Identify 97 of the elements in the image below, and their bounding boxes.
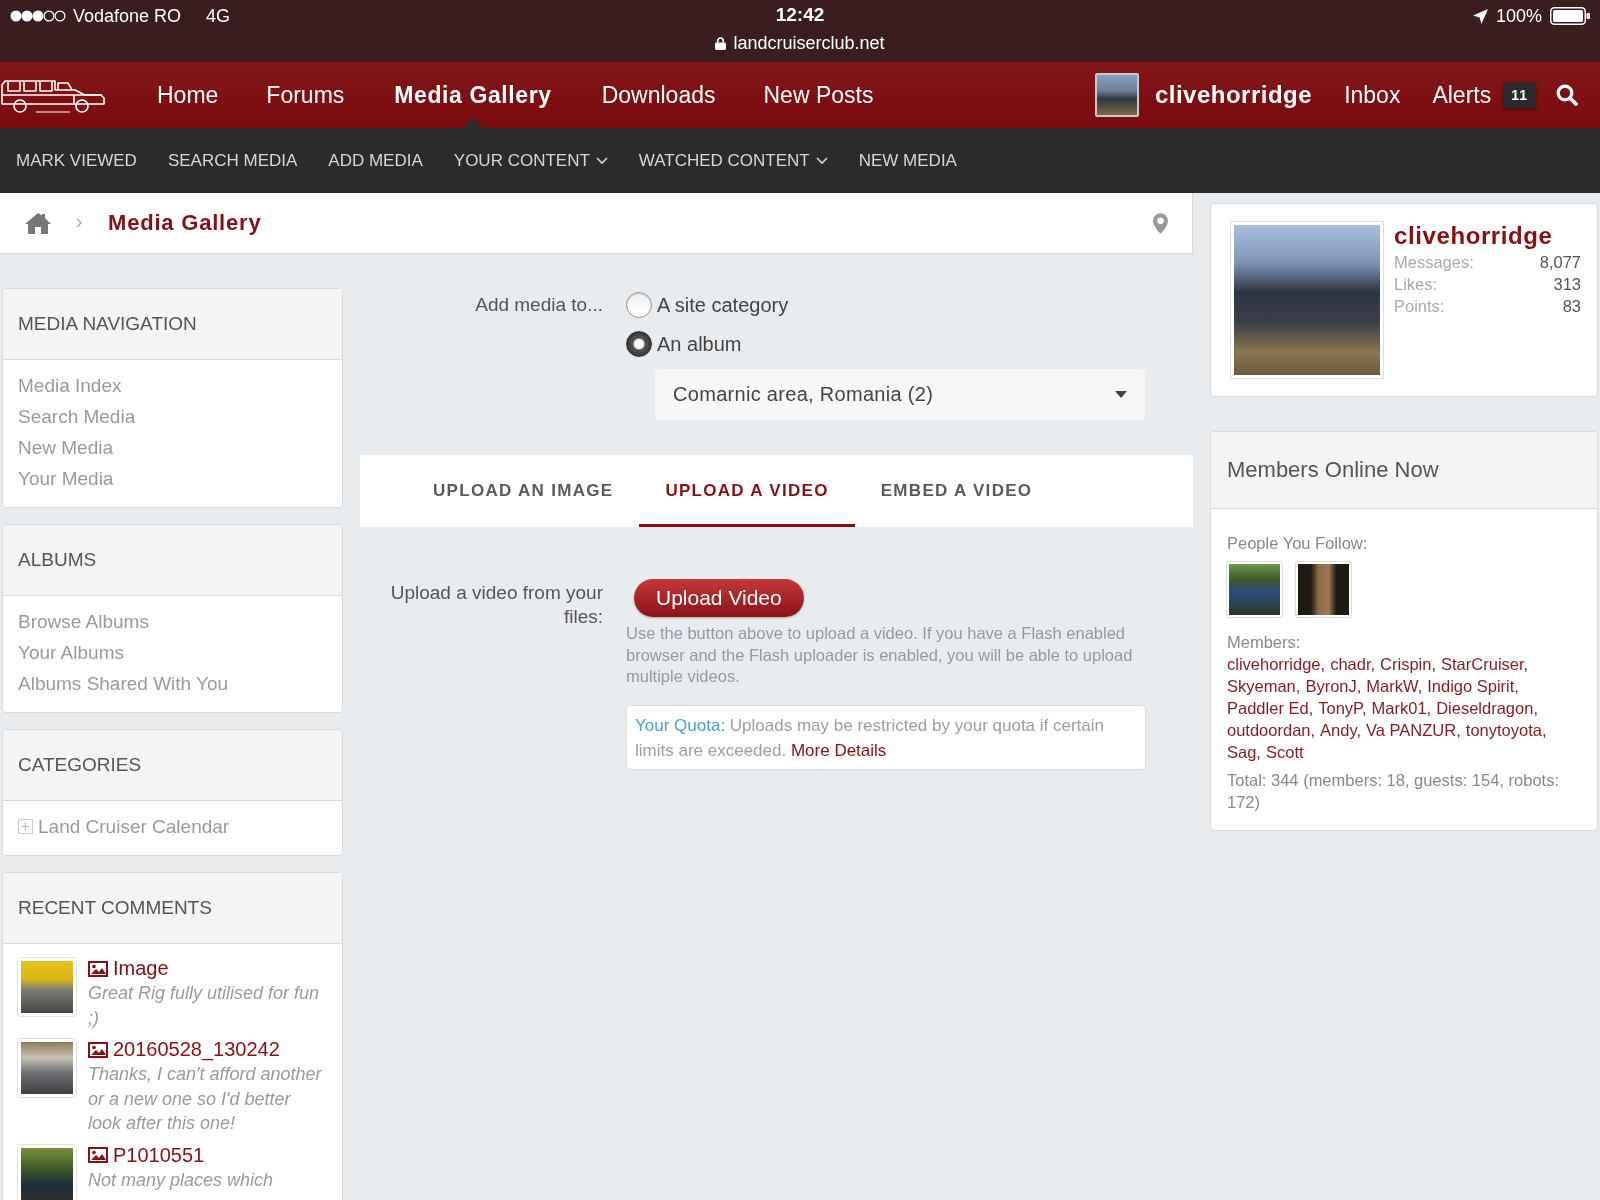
map-pin-icon[interactable] (1153, 212, 1168, 234)
member-link[interactable]: Va PANZUR, (1366, 719, 1461, 741)
search-icon (1556, 84, 1578, 106)
member-link[interactable]: Crispin, (1380, 653, 1437, 675)
option-label[interactable]: A site category (657, 293, 789, 317)
panel-header: MEDIA NAVIGATION (3, 289, 342, 360)
album-select[interactable]: Comarnic area, Romania (2) (655, 369, 1145, 420)
member-link[interactable]: Paddler Ed, (1227, 697, 1314, 719)
profile-name-link[interactable]: clivehorridge (1394, 222, 1581, 250)
radio-button[interactable] (626, 292, 652, 318)
member-link[interactable]: clivehorridge, (1227, 653, 1326, 675)
alerts-link[interactable]: Alerts 11 (1432, 81, 1536, 109)
field-label: Upload a video from your files: (389, 581, 603, 629)
panel-header: RECENT COMMENTS (3, 873, 342, 944)
members-label: Members: (1227, 632, 1302, 653)
inbox-link[interactable]: Inbox (1344, 81, 1401, 109)
chevron-down-icon (595, 156, 608, 165)
radio-button[interactable] (626, 331, 652, 357)
stat-value: 8,077 (1539, 252, 1581, 273)
carrier-name: Vodafone RO (73, 5, 182, 27)
clock-time: 12:42 (775, 3, 825, 27)
username-link[interactable]: clivehorridge (1154, 81, 1313, 109)
member-link[interactable]: Scott (1265, 741, 1304, 763)
chevron-down-icon (815, 156, 828, 165)
url-text[interactable]: landcruiserclub.net (733, 32, 885, 54)
member-link[interactable]: Mark01, (1371, 697, 1432, 719)
subnav-link[interactable]: WATCHED CONTENT (638, 150, 828, 171)
upload-video-button[interactable]: Upload Video (634, 579, 804, 617)
following-label: People You Follow: (1227, 533, 1369, 554)
caret-down-icon (1115, 391, 1127, 398)
search-button[interactable] (1556, 84, 1578, 106)
home-button[interactable] (25, 212, 51, 234)
tab[interactable]: UPLOAD A VIDEO (639, 455, 855, 527)
member-link[interactable]: outdoordan, (1227, 719, 1316, 741)
online-total-text: Total: 344 (members: 18, guests: 154, robots: 172) (1227, 770, 1560, 813)
subnav-link[interactable]: SEARCH MEDIA (167, 150, 298, 171)
media-title-link[interactable]: Image (88, 956, 169, 981)
member-link[interactable]: chadr, (1330, 653, 1376, 675)
member-link[interactable]: StarCruiser, (1441, 653, 1529, 675)
lock-icon (715, 36, 727, 50)
battery-icon (1550, 7, 1590, 25)
subnav-link[interactable]: NEW MEDIA (858, 150, 957, 171)
member-link[interactable]: Andy, (1320, 719, 1362, 741)
comment-text: Not many places which (88, 1168, 275, 1192)
nav-link[interactable]: Forums (242, 62, 369, 128)
image-icon (88, 1041, 108, 1058)
chevron-right-icon (76, 218, 82, 228)
photo-placeholder[interactable] (18, 1144, 76, 1200)
media-title-link[interactable]: P1010551 (88, 1142, 205, 1168)
nav-link[interactable]: New Posts (739, 62, 898, 128)
photo-placeholder[interactable] (1227, 562, 1282, 617)
photo-placeholder[interactable] (1296, 562, 1351, 617)
photo-placeholder[interactable] (1231, 222, 1383, 378)
more-details-link[interactable]: More Details (790, 740, 887, 760)
image-icon (88, 1147, 108, 1163)
member-link[interactable]: TonyP, (1318, 697, 1367, 719)
member-link[interactable]: tonytoyota, (1465, 719, 1547, 741)
battery-percentage: 100% (1495, 5, 1542, 27)
stat-label: Messages: (1394, 252, 1474, 273)
panel-header: ALBUMS (3, 525, 342, 596)
location-arrow-icon (1472, 8, 1488, 24)
tab[interactable]: UPLOAD AN IMAGE (407, 455, 640, 527)
member-link[interactable]: Indigo Spirit, (1427, 675, 1519, 697)
subnav-link[interactable]: MARK VIEWED (16, 150, 137, 171)
panel-header: CATEGORIES (3, 730, 342, 801)
avatar-photo-placeholder[interactable] (1094, 73, 1139, 117)
comment-text: Great Rig fully utilised for fun ;) (88, 982, 321, 1030)
photo-placeholder[interactable] (18, 958, 76, 1016)
stat-label: Likes: (1394, 274, 1438, 295)
member-link[interactable]: Dieseldragon, (1436, 697, 1538, 719)
home-icon (25, 212, 51, 234)
signal-icon (10, 10, 66, 22)
image-icon (88, 960, 108, 977)
member-link[interactable]: ByronJ, (1305, 675, 1362, 697)
tab[interactable]: EMBED A VIDEO (854, 455, 1059, 527)
notification-badge: 11 (1503, 82, 1536, 108)
nav-link[interactable]: Downloads (577, 62, 740, 128)
field-label: Add media to... (474, 293, 603, 317)
subnav-link[interactable]: YOUR CONTENT (453, 150, 608, 171)
upload-help-text: Use the button above to upload a video. If you have a Flash enabled browser and the Flash uploader is enabled, you will be able to upload multiple videos. (626, 623, 1134, 687)
option-label[interactable]: An album (657, 332, 742, 356)
nav-link[interactable]: Home (133, 62, 243, 128)
photo-placeholder[interactable] (18, 1039, 76, 1097)
network-type: 4G (206, 5, 231, 27)
media-title-link[interactable]: 20160528_130242 (88, 1037, 280, 1062)
stat-value: 83 (1562, 296, 1581, 317)
comment-text: Thanks, I can't afford another or a new one so I'd better look after this one! (88, 1063, 323, 1135)
breadcrumb-link[interactable]: Media Gallery (108, 210, 262, 236)
member-link[interactable]: Skyeman, (1227, 675, 1301, 697)
panel-header: Members Online Now (1211, 432, 1597, 509)
nav-link[interactable]: Media Gallery (368, 62, 578, 128)
member-link[interactable]: Sag, (1227, 741, 1261, 763)
stat-value: 313 (1553, 274, 1581, 295)
quota-note: Your Quota: Uploads may be restricted by your quota if certain limits are exceeded. More Details (626, 704, 1146, 770)
subnav-link[interactable]: ADD MEDIA (328, 150, 423, 171)
stat-label: Points: (1394, 296, 1445, 317)
member-link[interactable]: MarkW, (1366, 675, 1423, 697)
